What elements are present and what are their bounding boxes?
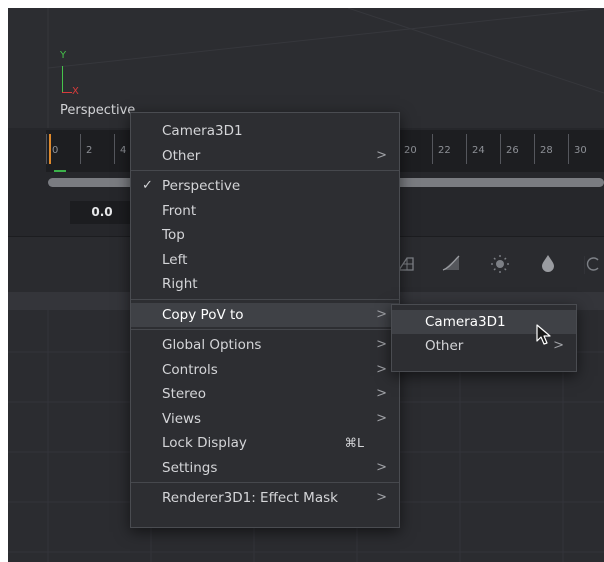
chevron-right-icon: >	[553, 338, 564, 353]
ruler-tick: 24	[466, 134, 500, 164]
chevron-right-icon: >	[376, 386, 387, 401]
menu-item-label: Other	[425, 338, 464, 354]
ruler-tick: 2	[80, 134, 114, 164]
menu-item-camera3d1[interactable]: Camera3D1	[131, 119, 399, 144]
context-menu: Camera3D1 Other > ✓ Perspective Front Top …	[130, 112, 400, 528]
menu-item-label: Camera3D1	[425, 314, 506, 330]
menu-item-label: Camera3D1	[162, 123, 243, 139]
checkmark-icon: ✓	[142, 178, 153, 193]
menu-item-stereo[interactable]: Stereo >	[131, 382, 399, 407]
axis-x-label: X	[72, 86, 79, 97]
shortcut-label: ⌘L	[344, 435, 364, 450]
curve-icon[interactable]	[441, 254, 461, 274]
render-range-marker	[54, 170, 66, 172]
menu-item-other[interactable]: Other >	[131, 144, 399, 169]
menu-item-label: Perspective	[162, 178, 241, 194]
axis-x-line	[62, 92, 72, 93]
chevron-right-icon: >	[376, 490, 387, 505]
ruler-tick: 26	[500, 134, 534, 164]
rotate-icon[interactable]	[583, 254, 604, 274]
menu-item-label: Stereo	[162, 386, 206, 402]
chevron-right-icon: >	[376, 147, 387, 163]
viewer-3d[interactable]: Y X Perspective	[8, 8, 604, 128]
menu-separator	[131, 298, 399, 300]
menu-separator	[131, 170, 399, 171]
menu-item-settings[interactable]: Settings >	[131, 456, 399, 481]
chevron-right-icon: >	[376, 361, 387, 377]
ruler-tick: 28	[534, 134, 568, 164]
menu-item-label: Front	[162, 202, 197, 219]
menu-item-lock-display[interactable]: Lock Display ⌘L	[131, 431, 399, 456]
menu-item-global-options[interactable]: Global Options >	[131, 333, 399, 358]
menu-item-perspective[interactable]: ✓ Perspective	[131, 174, 399, 199]
menu-separator	[131, 329, 399, 330]
menu-item-label: Views	[162, 410, 202, 427]
drop-icon[interactable]	[538, 254, 558, 274]
ruler-tick: 30	[568, 134, 602, 164]
ruler-tick: 0	[46, 134, 80, 164]
menu-item-right[interactable]: Right	[131, 272, 399, 297]
menu-item-label: Top	[162, 227, 185, 243]
menu-separator	[131, 482, 399, 483]
fusion-window: Y X Perspective 0 2 4 20 22 24 26 28 30 …	[8, 8, 604, 562]
time-field[interactable]: 0.0	[70, 201, 134, 224]
view-label[interactable]: Perspective	[60, 103, 135, 118]
brightness-icon[interactable]	[490, 254, 510, 274]
chevron-right-icon: >	[376, 459, 387, 475]
ruler-tick: 22	[432, 134, 466, 164]
menu-item-label: Lock Display	[162, 435, 247, 451]
menu-item-renderer-effect-mask[interactable]: Renderer3D1: Effect Mask >	[131, 486, 399, 511]
menu-item-label: Copy PoV to	[162, 306, 244, 323]
axis-y-line	[62, 66, 63, 92]
menu-item-top[interactable]: Top	[131, 223, 399, 248]
menu-item-label: Global Options	[162, 337, 262, 353]
menu-item-label: Controls	[162, 361, 218, 378]
menu-item-label: Settings	[162, 459, 218, 476]
menu-item-label: Other	[162, 147, 201, 164]
menu-item-copy-pov[interactable]: Copy PoV to >	[131, 302, 399, 327]
axis-y-label: Y	[60, 50, 67, 61]
chevron-right-icon: >	[376, 306, 387, 322]
menu-item-views[interactable]: Views >	[131, 407, 399, 432]
chevron-right-icon: >	[376, 410, 387, 426]
menu-item-left[interactable]: Left	[131, 248, 399, 273]
mouse-pointer-icon	[536, 324, 551, 345]
menu-item-label: Right	[162, 276, 198, 292]
menu-item-front[interactable]: Front	[131, 199, 399, 224]
menu-item-controls[interactable]: Controls >	[131, 358, 399, 383]
ruler-tick: 20	[398, 134, 432, 164]
menu-item-label: Renderer3D1: Effect Mask	[162, 490, 338, 506]
chevron-right-icon: >	[376, 337, 387, 352]
menu-item-label: Left	[162, 251, 188, 268]
